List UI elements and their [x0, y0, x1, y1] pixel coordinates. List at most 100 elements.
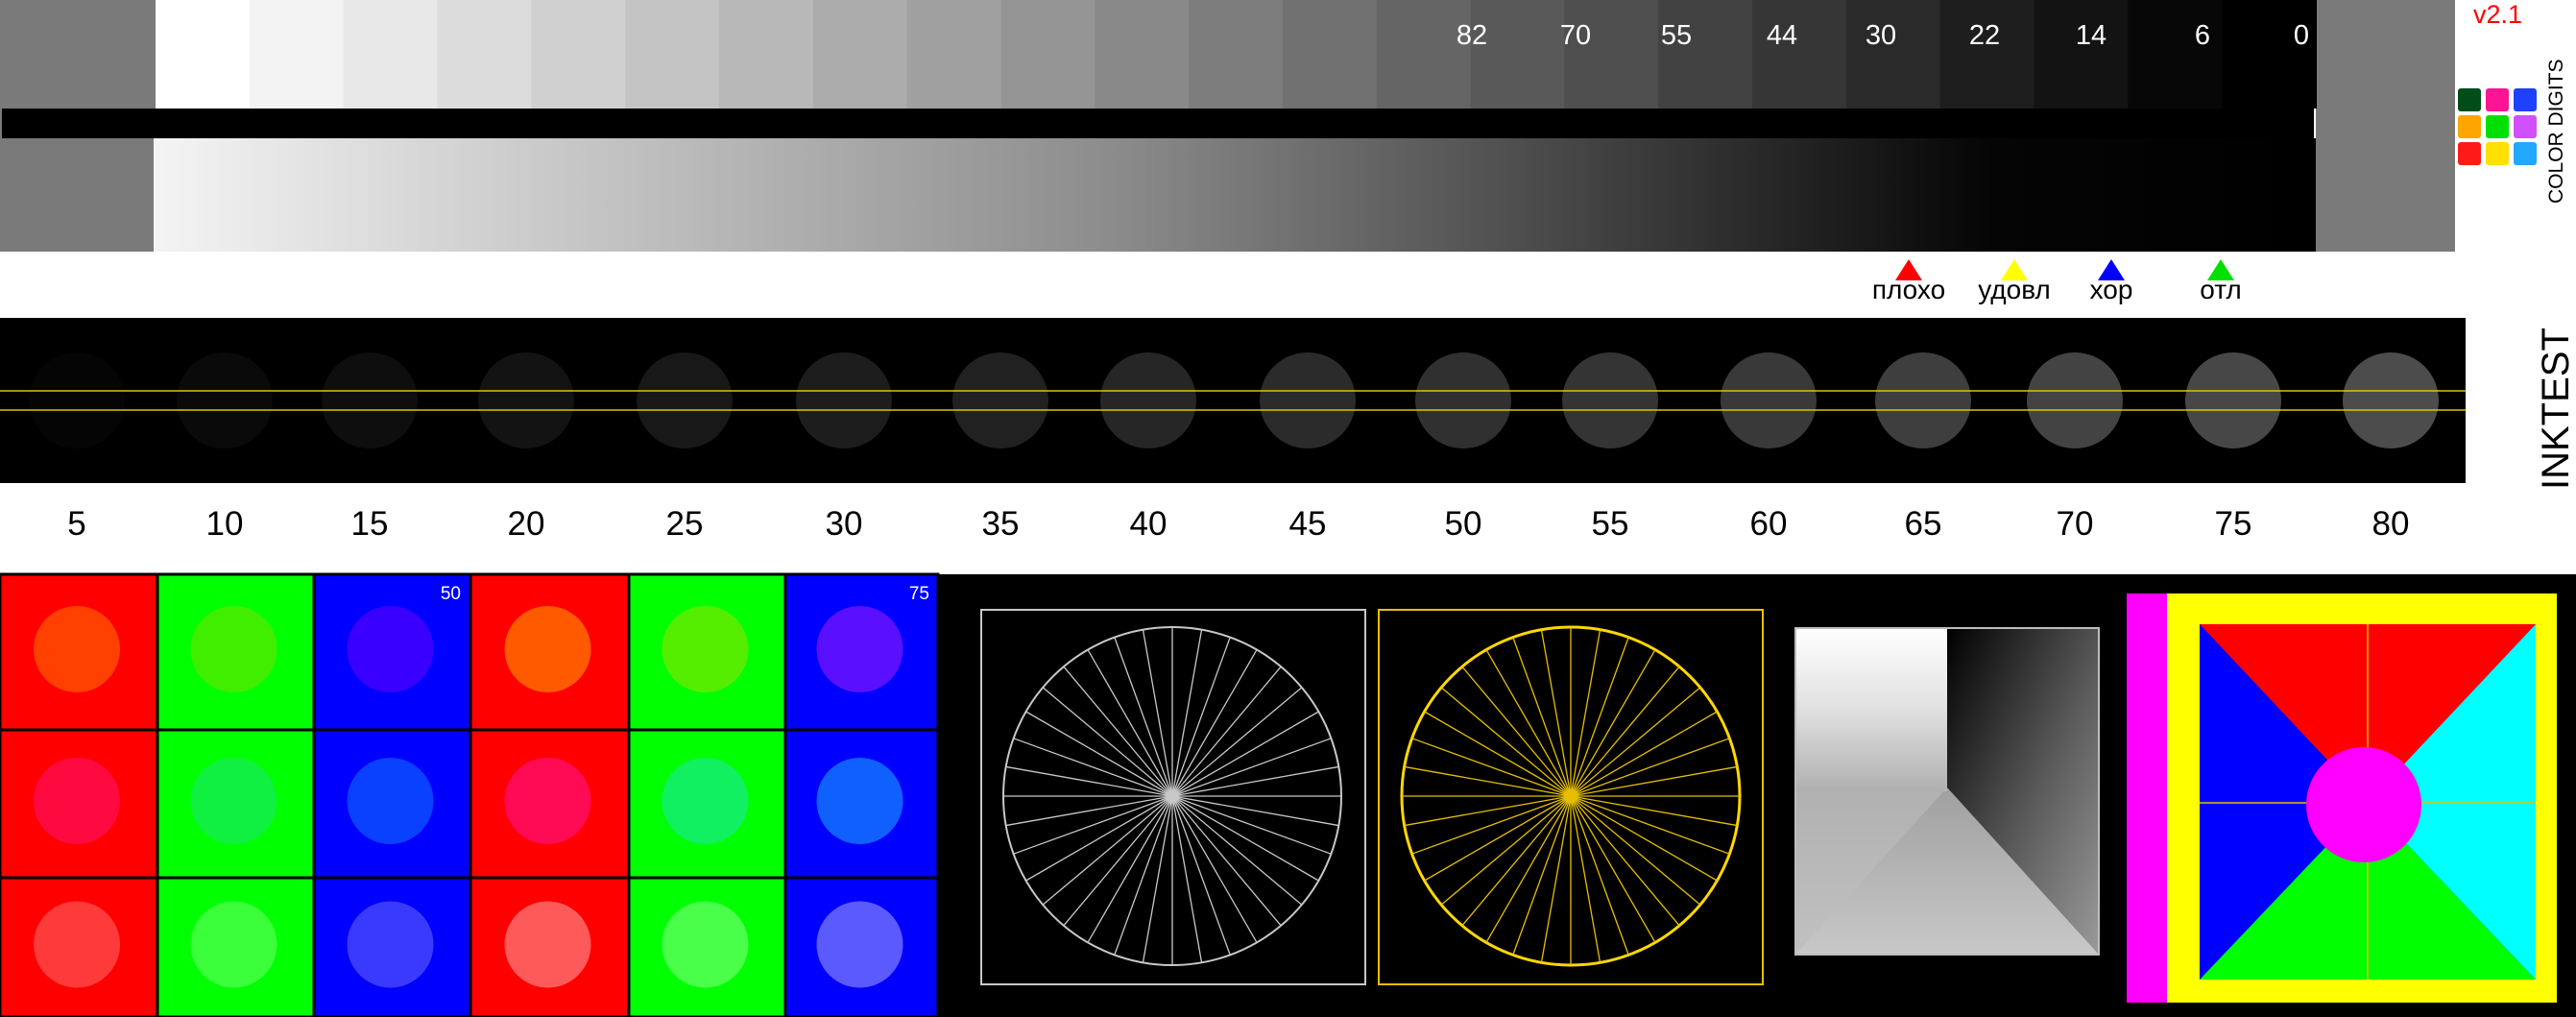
gray-step-label: 82	[1457, 20, 1487, 51]
gray-gradient-bar	[154, 138, 2316, 252]
rgb-cell-circle	[816, 606, 903, 692]
rgb-cell-circle	[190, 758, 277, 844]
ink-circle	[322, 352, 418, 448]
logo-color-grid	[2458, 88, 2537, 165]
ink-circle	[637, 352, 733, 448]
gray-step	[437, 0, 533, 109]
ink-circle	[478, 352, 574, 448]
ink-circle-label: 60	[1750, 505, 1788, 543]
gray-step	[1000, 0, 1096, 109]
gray-step-label: 70	[1560, 20, 1591, 51]
rgb-cell-circle	[662, 758, 749, 844]
ink-circle-label: 30	[826, 505, 863, 543]
rating-label: отл	[2200, 275, 2242, 304]
gray-step-label: 6	[2195, 20, 2210, 51]
corner-label-75: 75	[909, 584, 929, 604]
ink-circle	[177, 352, 273, 448]
ink-circle-labels: 5 10 15 20 25 30 35 40 45 50 55 60 65 70 75 80	[67, 505, 2409, 543]
ink-circle	[2185, 352, 2281, 448]
logo-swatch	[2458, 115, 2481, 138]
ink-circle-label: 10	[206, 505, 244, 543]
rgb-cell-circle	[504, 758, 591, 844]
test-chart: 82 70 55 44 30 22 14 6 0 v2.1 COLOR DIGITS плохо…	[0, 0, 2576, 1017]
ink-circle	[2027, 352, 2123, 448]
ink-circle	[2343, 352, 2439, 448]
gray-step-label: 0	[2294, 20, 2309, 51]
gray-step-label: 44	[1767, 20, 1797, 51]
right-gray-block	[2316, 0, 2455, 252]
gray-step-wedge	[156, 0, 2317, 109]
gray-step	[1845, 0, 1941, 109]
logo-swatch	[2486, 88, 2509, 111]
ink-circle-label: 45	[1289, 505, 1327, 543]
ink-circle-label: 70	[2057, 505, 2094, 543]
gray-step	[249, 0, 345, 109]
logo-swatch	[2514, 115, 2537, 138]
ink-circle	[1415, 352, 1511, 448]
rgb-cell-circle	[816, 758, 903, 844]
logo-swatch	[2514, 88, 2537, 111]
ink-circle-label: 35	[982, 505, 1020, 543]
gray-step	[1282, 0, 1378, 109]
gray-step	[1189, 0, 1284, 109]
gray-step	[1095, 0, 1191, 109]
ink-circle	[29, 352, 125, 448]
side-label: INKTEST	[2535, 327, 2576, 490]
ink-circle	[1260, 352, 1356, 448]
gray-step	[2128, 0, 2224, 109]
gradient-square	[1794, 627, 2100, 956]
rgb-cell-circle	[504, 606, 591, 692]
black-separator	[2, 109, 2314, 138]
rgb-cell-circle	[347, 606, 434, 692]
gray-step-label: 55	[1661, 20, 1692, 51]
rgb-cell-circle	[662, 901, 749, 988]
corner-label-50: 50	[441, 584, 461, 604]
rgb-cell-circle	[34, 901, 120, 988]
gray-step	[625, 0, 720, 109]
gray-step	[1752, 0, 1847, 109]
ink-circle-label: 65	[1905, 505, 1942, 543]
ink-circle-label: 15	[351, 505, 389, 543]
gray-step	[1470, 0, 1566, 109]
ink-circle	[1721, 352, 1817, 448]
logo-swatch	[2486, 142, 2509, 165]
rgb-grid	[0, 572, 940, 1017]
ink-circle-label: 75	[2215, 505, 2252, 543]
rgb-cell-circle	[662, 606, 749, 692]
rgb-cell-circle	[190, 901, 277, 988]
grayscale-section: 82 70 55 44 30 22 14 6 0	[0, 0, 2455, 252]
logo-swatch	[2458, 88, 2481, 111]
gray-step	[2222, 0, 2317, 109]
rgb-cell-circle	[34, 606, 120, 692]
logo-swatch	[2486, 115, 2509, 138]
gray-step	[812, 0, 908, 109]
gray-step-label: 14	[2076, 20, 2107, 51]
gray-step	[343, 0, 439, 109]
gray-step	[1939, 0, 2035, 109]
logo-swatch	[2458, 142, 2481, 165]
gray-step	[1564, 0, 1660, 109]
ink-circle	[1562, 352, 1658, 448]
magenta-strip	[2127, 593, 2167, 1003]
gray-step	[906, 0, 1002, 109]
magenta-center-circle	[2306, 747, 2421, 862]
ink-circles-section: 5 10 15 20 25 30 35 40 45 50 55 60 65 70 75 80 INKTEST	[0, 318, 2576, 543]
ink-circle-label: 5	[67, 505, 85, 543]
ink-circle	[952, 352, 1048, 448]
gray-step	[1376, 0, 1472, 109]
ink-circle	[1100, 352, 1196, 448]
ink-circle-label: 50	[1445, 505, 1482, 543]
ink-circle	[1875, 352, 1971, 448]
ink-circle-label: 55	[1592, 505, 1629, 543]
ink-circle-label: 25	[666, 505, 704, 543]
ink-circle-label: 20	[508, 505, 545, 543]
gray-step	[156, 0, 251, 109]
gray-step-label: 22	[1969, 20, 2000, 51]
gray-step	[531, 0, 627, 109]
rating-label: удовл	[1978, 275, 2051, 304]
rgb-cell-circle	[347, 901, 434, 988]
gray-step	[2034, 0, 2130, 109]
logo-text: COLOR DIGITS	[2545, 59, 2567, 204]
version-label: v2.1	[2473, 0, 2522, 29]
rgb-cell-circle	[34, 758, 120, 844]
